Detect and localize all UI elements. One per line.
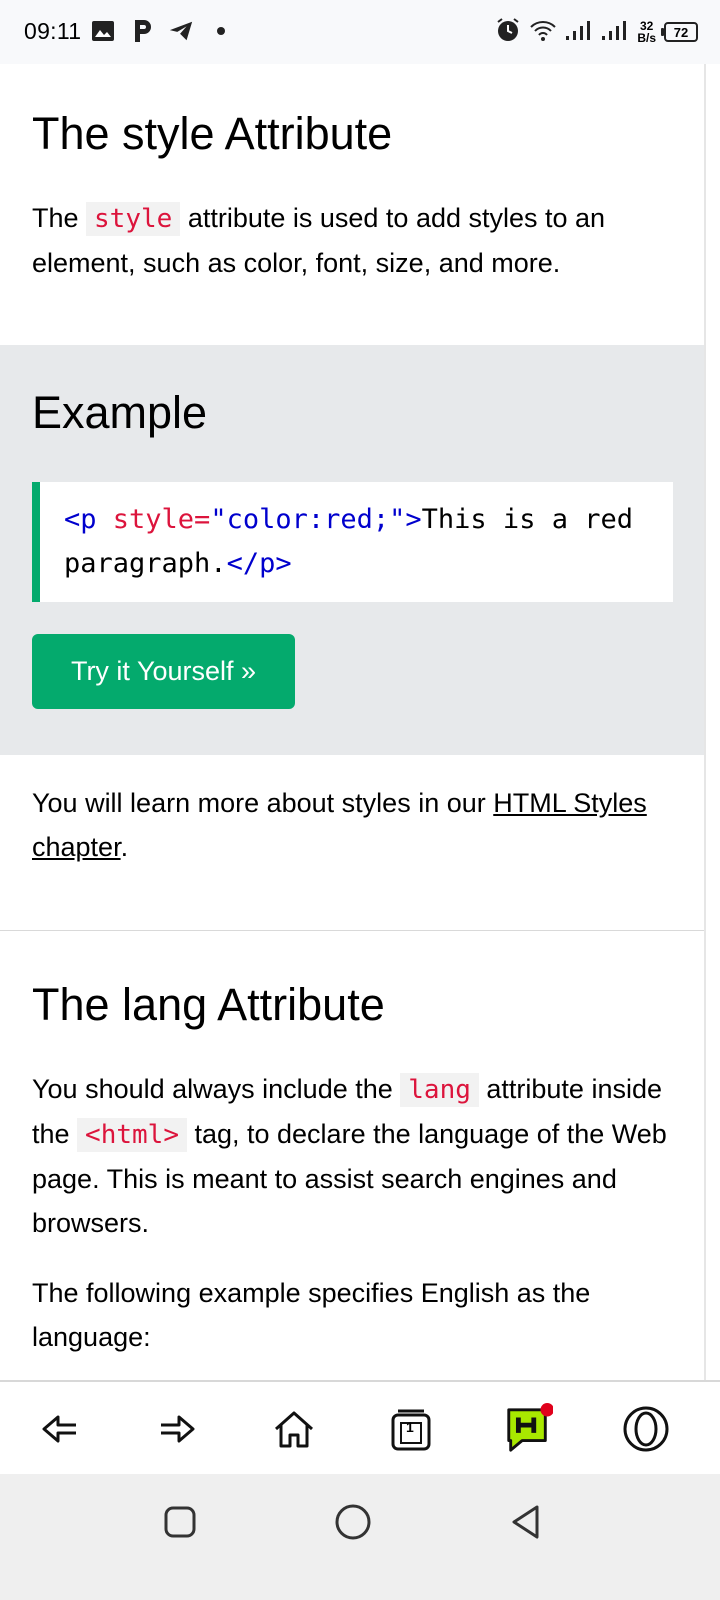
inline-code: style (86, 202, 181, 236)
image-icon (90, 18, 116, 44)
lang-attribute-section: The lang Attribute You should always inc… (32, 977, 692, 1359)
code-tag: </p> (226, 548, 292, 579)
battery-level: 72 (673, 24, 689, 40)
back-triangle-icon[interactable] (506, 1502, 546, 1542)
styles-chapter-paragraph: You will learn more about styles in our … (32, 781, 692, 869)
code-tag: <p (64, 504, 97, 535)
status-time: 09:11 (24, 18, 82, 44)
signal-2-icon (601, 19, 629, 46)
code-tag: > (405, 504, 422, 535)
para-text: The (32, 203, 87, 233)
recents-icon[interactable] (160, 1502, 200, 1542)
net-speed-unit: B/s (637, 31, 656, 45)
home-icon[interactable] (269, 1404, 319, 1454)
section-heading: The style Attribute (32, 108, 393, 159)
tab-count: 1 (406, 1419, 414, 1435)
example-heading: Example (32, 387, 208, 438)
home-circle-icon[interactable] (333, 1502, 373, 1542)
hype-icon[interactable] (503, 1403, 553, 1454)
browser-bottom-bar: 1 (0, 1380, 720, 1476)
alarm-icon (495, 17, 521, 48)
code-attr-value: "color:red;" (210, 504, 406, 535)
para-text: You should always include the (32, 1074, 401, 1104)
telegram-icon (168, 18, 194, 44)
wifi-icon (529, 18, 557, 47)
section-heading: The lang Attribute (32, 979, 385, 1030)
style-attribute-section: The style Attribute The style attribute … (32, 106, 682, 285)
code-attr-name: style= (96, 504, 211, 535)
battery-icon: 72 (661, 22, 698, 42)
section-divider (0, 930, 706, 931)
para-text: . (120, 832, 129, 862)
p-app-icon (130, 18, 156, 44)
inline-code: lang (400, 1073, 479, 1107)
para-text: You will learn more about styles in our (32, 788, 494, 818)
system-navigation-bar (0, 1474, 720, 1600)
net-speed: 32 B/s (637, 20, 656, 44)
opera-menu-icon[interactable] (621, 1404, 671, 1454)
section-paragraph: The following example specifies English … (32, 1278, 591, 1352)
dot-icon (208, 18, 234, 44)
inline-code: <html> (77, 1118, 187, 1152)
forward-icon[interactable] (152, 1404, 202, 1454)
scroll-edge (704, 64, 706, 1380)
code-block[interactable]: <p style="color:red;">This is a red para… (32, 482, 673, 602)
status-bar: 09:11 32 B/s 72 (0, 0, 720, 64)
tabs-icon[interactable]: 1 (386, 1404, 436, 1454)
back-icon[interactable] (35, 1404, 85, 1454)
section-paragraph: The style attribute is used to add style… (32, 196, 682, 285)
section-paragraph: You should always include the lang attri… (32, 1067, 692, 1245)
example-box: Example <p style="color:red;">This is a … (0, 345, 706, 755)
signal-1-icon (565, 19, 593, 46)
try-it-yourself-button[interactable]: Try it Yourself » (32, 634, 295, 709)
